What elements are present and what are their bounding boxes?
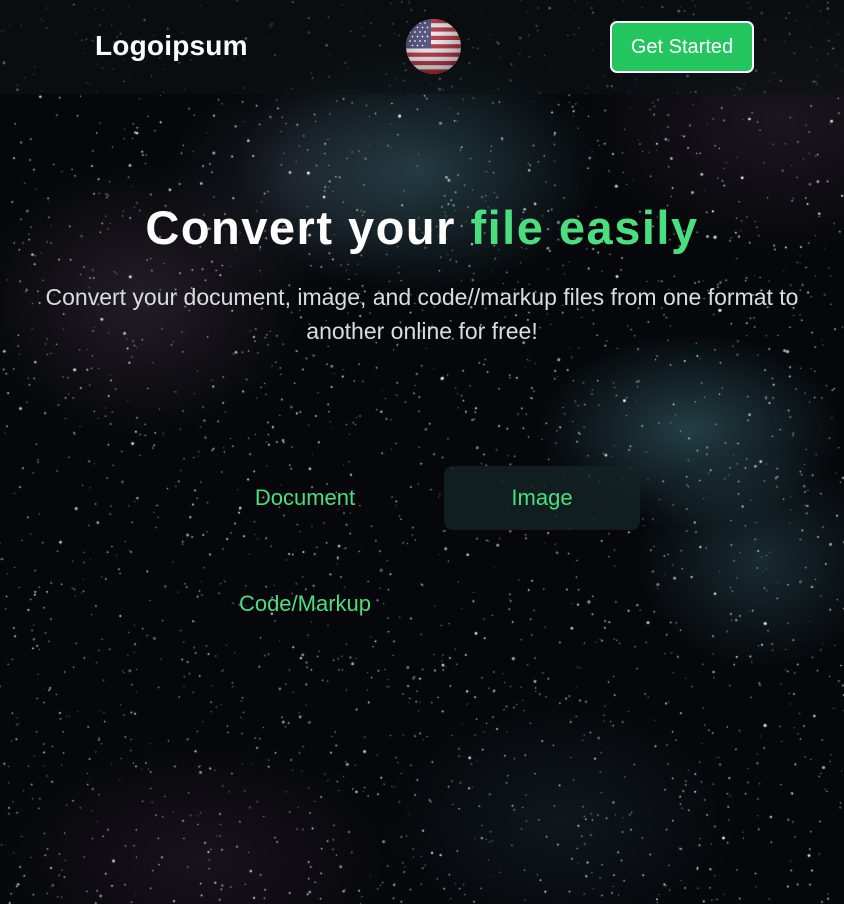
page: Logoipsum Get Started Convert your file …	[0, 0, 844, 904]
hero-title-main: Convert your	[145, 201, 471, 254]
us-flag-icon[interactable]	[406, 19, 461, 74]
starfield-background	[0, 0, 844, 904]
hero-title-accent: file easily	[470, 201, 699, 254]
top-navbar: Logoipsum Get Started	[0, 0, 844, 94]
hero-title: Convert your file easily	[0, 200, 844, 255]
logo[interactable]: Logoipsum	[95, 30, 248, 62]
tab-image[interactable]: Image	[444, 466, 640, 530]
get-started-button[interactable]: Get Started	[610, 21, 754, 73]
tab-code-markup[interactable]: Code/Markup	[180, 572, 430, 636]
hero-subtitle: Convert your document, image, and code//…	[45, 284, 799, 344]
tab-document[interactable]: Document	[180, 466, 430, 530]
